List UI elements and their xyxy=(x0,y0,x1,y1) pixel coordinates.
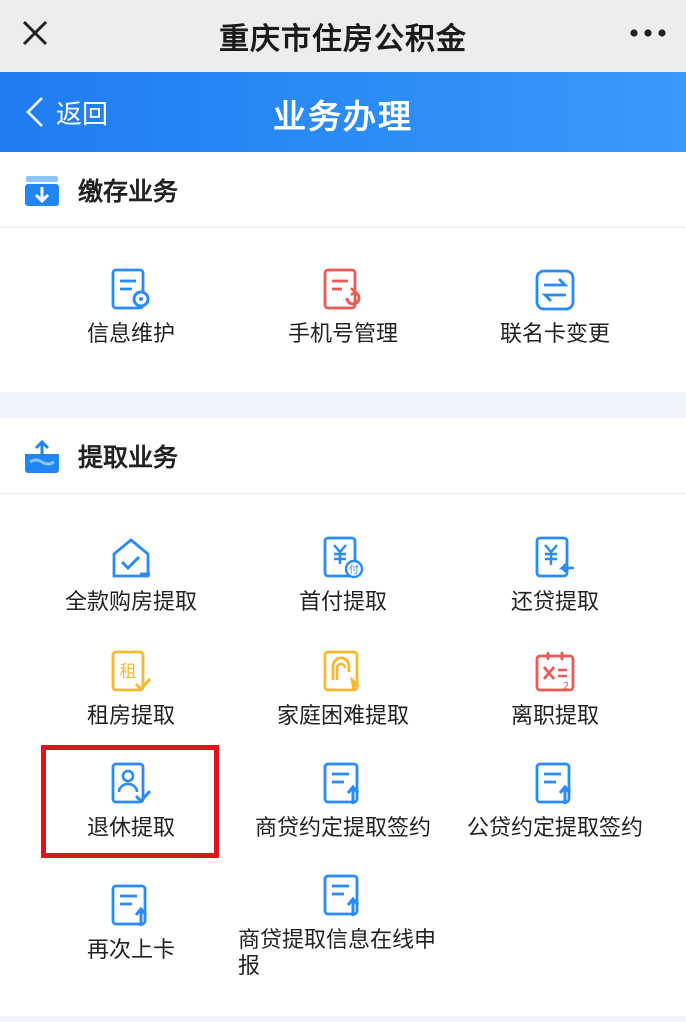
item-commercial-loan-agreement[interactable]: 商贷约定提取签约 xyxy=(236,762,450,862)
item-label: 公贷约定提取签约 xyxy=(466,816,643,841)
exchange-icon xyxy=(535,269,575,311)
page-title: 业务办理 xyxy=(273,97,413,136)
item-phone-management[interactable]: 手机号管理 xyxy=(236,268,450,368)
item-resignation-withdraw[interactable]: 2 离职提取 xyxy=(448,650,662,750)
item-label: 还贷提取 xyxy=(510,590,599,615)
doc-upload-icon xyxy=(111,884,148,926)
item-label: 租房提取 xyxy=(86,704,175,729)
document-refresh-icon xyxy=(323,268,361,310)
item-label: 家庭困难提取 xyxy=(276,704,409,729)
item-public-loan-agreement[interactable]: 公贷约定提取签约 xyxy=(448,762,662,862)
section-divider xyxy=(0,392,686,418)
svg-text:2: 2 xyxy=(563,681,569,692)
item-info-maintenance[interactable]: 信息维护 xyxy=(24,268,238,368)
resign-icon: 2 xyxy=(535,652,575,692)
item-label: 商贷约定提取签约 xyxy=(254,816,431,841)
yuan-pay-icon: 付 xyxy=(323,536,364,579)
item-label: 联名卡变更 xyxy=(499,322,610,347)
item-label: 商贷提取信息在线申报 xyxy=(238,928,437,979)
item-hardship-withdraw[interactable]: 家庭困难提取 xyxy=(236,650,450,750)
rent-icon: 租 xyxy=(111,650,152,692)
top-bar: 重庆市住房公积金 xyxy=(0,0,686,72)
yuan-return-icon xyxy=(535,536,574,578)
document-gear-icon xyxy=(111,268,150,310)
item-label: 再次上卡 xyxy=(86,938,175,963)
item-rent-withdraw[interactable]: 租 租房提取 xyxy=(24,650,238,750)
house-check-icon xyxy=(112,538,150,578)
item-commercial-loan-online-declare[interactable]: 商贷提取信息在线申报 xyxy=(236,874,450,994)
page-header: 返回 业务办理 xyxy=(0,72,686,152)
section-title: 提取业务 xyxy=(78,443,179,472)
item-joint-card-change[interactable]: 联名卡变更 xyxy=(448,268,662,368)
bottom-divider xyxy=(0,1016,686,1022)
section-deposit-header: 缴存业务 xyxy=(0,152,686,228)
doc-upload-icon xyxy=(323,874,360,916)
withdraw-tray-icon xyxy=(25,440,59,473)
item-label: 全款购房提取 xyxy=(64,590,197,615)
svg-text:付: 付 xyxy=(349,563,359,576)
item-label: 离职提取 xyxy=(510,704,599,729)
more-icon[interactable] xyxy=(628,20,668,46)
item-label: 信息维护 xyxy=(86,322,175,347)
item-label: 首付提取 xyxy=(298,590,387,615)
item-loan-repayment-withdraw[interactable]: 还贷提取 xyxy=(448,536,662,636)
window-title: 重庆市住房公积金 xyxy=(219,22,467,57)
item-card-reissue[interactable]: 再次上卡 xyxy=(24,884,238,984)
highlight-box xyxy=(41,745,219,858)
svg-text:租: 租 xyxy=(120,662,137,682)
doc-upload-icon xyxy=(535,762,572,804)
section-withdraw-header: 提取业务 xyxy=(0,418,686,494)
hardship-icon xyxy=(323,650,360,692)
section-title: 缴存业务 xyxy=(78,177,179,206)
item-full-payment-withdraw[interactable]: 全款购房提取 xyxy=(24,536,238,636)
deposit-tray-icon xyxy=(25,176,59,206)
item-down-payment-withdraw[interactable]: 付 首付提取 xyxy=(236,536,450,636)
item-label: 手机号管理 xyxy=(287,322,398,347)
doc-upload-icon xyxy=(323,762,360,804)
